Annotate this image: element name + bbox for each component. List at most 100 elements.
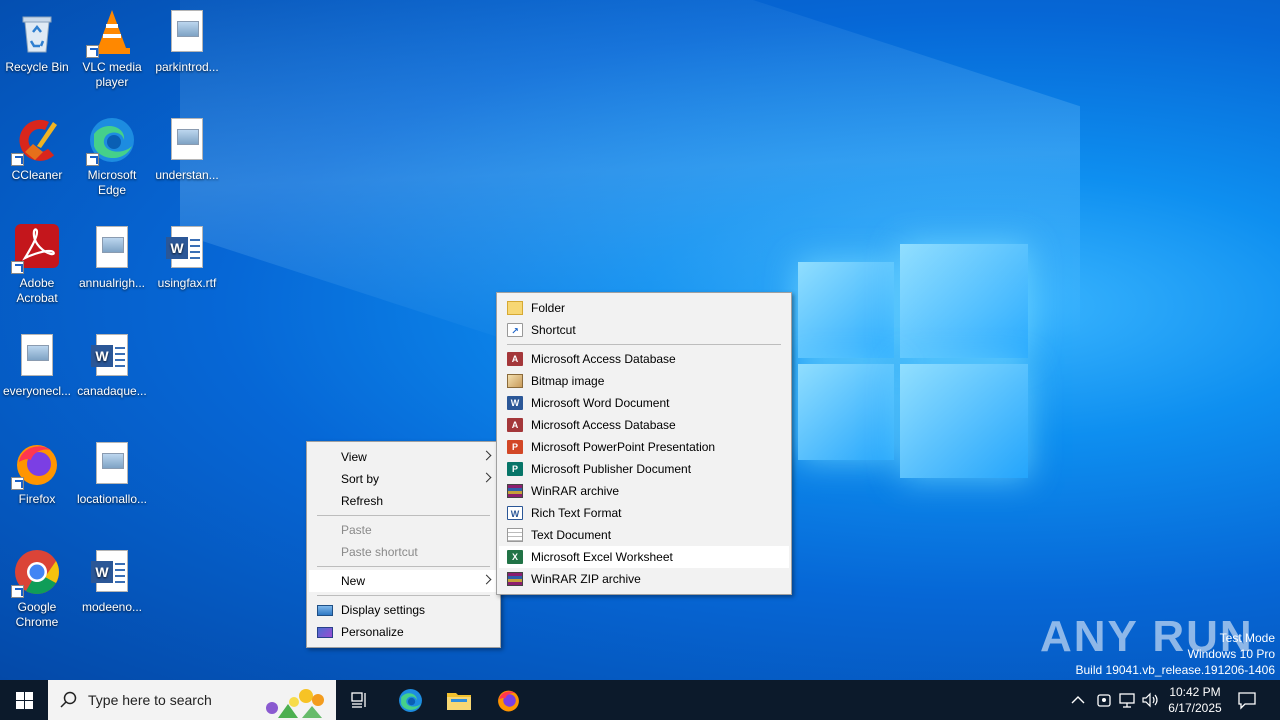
desktop-icon-recycle-bin[interactable]: Recycle Bin (0, 8, 74, 75)
network-button[interactable] (1117, 690, 1137, 710)
menu-item-label: Microsoft Access Database (531, 418, 676, 432)
tray-app-icon-button[interactable] (1094, 690, 1114, 710)
desktop-icon-everyonecl[interactable]: everyonecl... (0, 332, 74, 399)
notification-icon (1238, 692, 1256, 710)
menu-item-label: Paste (341, 523, 372, 537)
menu-item-view[interactable]: View (309, 446, 498, 468)
word-document-icon: W (88, 332, 136, 380)
new-item-bitmap-image[interactable]: Bitmap image (499, 370, 789, 392)
desktop-icon-label: everyonecl... (2, 384, 72, 398)
shortcut-icon: ↗ (507, 323, 523, 337)
task-view-icon (351, 692, 366, 708)
desktop-icon-firefox[interactable]: Firefox (0, 440, 74, 507)
search-icon (60, 691, 77, 708)
start-button[interactable] (0, 680, 48, 720)
menu-item-label: Display settings (341, 603, 426, 617)
desktop-icon-microsoft-edge[interactable]: Microsoft Edge (75, 116, 149, 198)
windows-test-mode-watermark: Test Mode Windows 10 Pro Build 19041.vb_… (1076, 630, 1276, 678)
taskbar-file-explorer-button[interactable] (435, 680, 483, 720)
desktop-icon-label: locationallo... (76, 492, 148, 506)
edge-icon (86, 116, 136, 166)
menu-item-new[interactable]: New (309, 570, 498, 592)
watermark-line: Build 19041.vb_release.191206-1406 (1075, 663, 1276, 677)
desktop-icon-locationallo[interactable]: locationallo... (75, 440, 149, 507)
volume-button[interactable] (1140, 690, 1160, 710)
personalize-icon (317, 627, 333, 638)
menu-item-label: Microsoft Publisher Document (531, 462, 692, 476)
desktop-icon-parkintrod[interactable]: parkintrod... (150, 8, 224, 75)
desktop-icon-adobe-acrobat[interactable]: Adobe Acrobat (0, 224, 74, 306)
new-item-winrar-archive[interactable]: WinRAR archive (499, 480, 789, 502)
excel-icon: X (507, 550, 523, 564)
menu-item-label: Microsoft Word Document (531, 396, 670, 410)
new-item-excel-worksheet[interactable]: X Microsoft Excel Worksheet (499, 546, 789, 568)
bitmap-icon (507, 374, 523, 388)
taskbar-firefox-button[interactable] (484, 680, 532, 720)
text-document-icon (507, 528, 523, 542)
new-item-rich-text-format[interactable]: W Rich Text Format (499, 502, 789, 524)
desktop-icon-usingfax[interactable]: W usingfax.rtf (150, 224, 224, 291)
new-item-access-database-2[interactable]: A Microsoft Access Database (499, 414, 789, 436)
desktop-icon-label: understan... (155, 168, 219, 182)
menu-item-label: Bitmap image (531, 374, 605, 388)
taskbar: Type here to search 10:42 PM 6/17/2025 (0, 680, 1280, 720)
desktop-icon-canadaque[interactable]: W canadaque... (75, 332, 149, 399)
new-item-word-document[interactable]: W Microsoft Word Document (499, 392, 789, 414)
taskbar-search-box[interactable]: Type here to search (48, 680, 336, 720)
ccleaner-icon (11, 116, 61, 166)
new-item-shortcut[interactable]: ↗ Shortcut (499, 319, 789, 341)
winrar-zip-icon (507, 572, 523, 586)
menu-item-label: Paste shortcut (341, 545, 418, 559)
desktop-icon-label: Recycle Bin (5, 60, 69, 74)
new-item-publisher-document[interactable]: P Microsoft Publisher Document (499, 458, 789, 480)
desktop-icon-vlc[interactable]: VLC media player (75, 8, 149, 90)
chevron-up-icon (1071, 696, 1085, 704)
network-icon (1119, 693, 1135, 708)
menu-item-sort-by[interactable]: Sort by (309, 468, 498, 490)
desktop-icon-label: annualrigh... (78, 276, 146, 290)
desktop-icon-modeeno[interactable]: W modeeno... (75, 548, 149, 615)
desktop-icon-understan[interactable]: understan... (150, 116, 224, 183)
desktop-icon-ccleaner[interactable]: CCleaner (0, 116, 74, 183)
watermark-line: Test Mode (1219, 631, 1275, 645)
show-hidden-icons-button[interactable] (1068, 690, 1088, 710)
menu-item-label: Sort by (341, 472, 380, 486)
desktop-icon-label: Firefox (18, 492, 56, 506)
desktop-icon-label: CCleaner (11, 168, 63, 182)
new-item-folder[interactable]: Folder (499, 297, 789, 319)
new-item-access-database[interactable]: A Microsoft Access Database (499, 348, 789, 370)
access-icon: A (507, 418, 523, 432)
taskbar-clock[interactable]: 10:42 PM 6/17/2025 (1160, 684, 1230, 716)
action-center-button[interactable] (1236, 690, 1258, 710)
menu-item-label: Microsoft Access Database (531, 352, 676, 366)
access-icon: A (507, 352, 523, 366)
menu-item-display-settings[interactable]: Display settings (309, 599, 498, 621)
menu-item-label: Microsoft PowerPoint Presentation (531, 440, 716, 454)
menu-item-paste: Paste (309, 519, 498, 541)
image-file-icon (163, 116, 211, 164)
task-view-button[interactable] (336, 680, 384, 720)
menu-separator (317, 515, 490, 516)
word-document-icon: W (163, 224, 211, 272)
new-item-winrar-zip-archive[interactable]: WinRAR ZIP archive (499, 568, 789, 590)
windows-start-icon (16, 692, 33, 709)
chevron-right-icon (481, 450, 492, 461)
new-item-powerpoint-presentation[interactable]: P Microsoft PowerPoint Presentation (499, 436, 789, 458)
firefox-icon (11, 440, 61, 490)
menu-item-label: Microsoft Excel Worksheet (531, 550, 673, 564)
menu-separator (317, 595, 490, 596)
menu-item-personalize[interactable]: Personalize (309, 621, 498, 643)
display-settings-icon (317, 605, 333, 616)
firefox-icon (498, 690, 519, 712)
clock-date: 6/17/2025 (1168, 701, 1222, 715)
desktop-icon-annualrigh[interactable]: annualrigh... (75, 224, 149, 291)
menu-item-refresh[interactable]: Refresh (309, 490, 498, 512)
wordpad-icon: W (507, 506, 523, 520)
new-item-text-document[interactable]: Text Document (499, 524, 789, 546)
speaker-icon (1142, 692, 1158, 708)
desktop-icon-google-chrome[interactable]: Google Chrome (0, 548, 74, 630)
taskbar-edge-button[interactable] (386, 680, 434, 720)
word-document-icon: W (88, 548, 136, 596)
menu-item-label: Refresh (341, 494, 384, 508)
menu-item-label: Rich Text Format (531, 506, 622, 520)
